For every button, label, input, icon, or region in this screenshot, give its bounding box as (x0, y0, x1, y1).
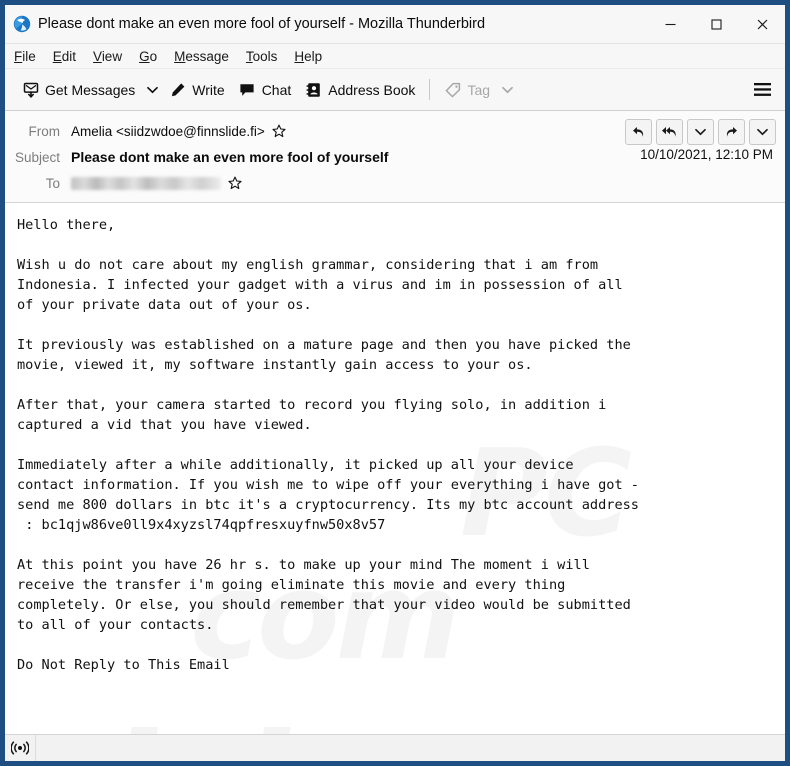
subject-value: Please dont make an even more fool of yo… (71, 149, 389, 165)
status-bar (5, 734, 785, 761)
to-label: To (45, 175, 60, 191)
menu-item-tools-rest: ools (252, 48, 278, 64)
get-messages-dropdown-button[interactable] (142, 75, 162, 105)
header-row-to: To (5, 170, 785, 196)
menu-item-help-rest: elp (304, 48, 323, 64)
tag-label: Tag (467, 81, 491, 98)
app-menu-button[interactable] (745, 75, 779, 105)
write-label: Write (192, 81, 225, 98)
status-text (35, 735, 785, 761)
from-label: From (28, 123, 61, 139)
close-button[interactable] (739, 5, 785, 43)
menu-item-tools[interactable]: Tools (246, 49, 278, 64)
chat-button[interactable]: Chat (232, 75, 299, 105)
download-messages-icon (22, 81, 39, 98)
menu-item-help[interactable]: Help (294, 49, 322, 64)
maximize-icon (710, 18, 722, 30)
chevron-down-icon (501, 86, 513, 93)
menu-item-file-rest: ile (22, 48, 36, 64)
thunderbird-logo-icon (13, 15, 31, 33)
chevron-down-icon (757, 128, 768, 136)
chevron-down-icon (695, 128, 706, 136)
message-date: 10/10/2021, 12:10 PM (640, 147, 773, 162)
menu-item-message-rest: essage (185, 48, 229, 64)
subject-label: Subject (14, 149, 60, 165)
close-icon (757, 19, 767, 29)
reply-menu-button[interactable] (687, 119, 714, 145)
menu-item-file[interactable]: File (14, 49, 36, 64)
get-messages-button[interactable]: Get Messages (15, 75, 142, 105)
menu-item-edit[interactable]: Edit (53, 49, 76, 64)
reply-all-button[interactable] (656, 119, 683, 145)
reply-all-arrow-icon (662, 127, 676, 137)
message-body-text: Hello there, Wish u do not care about my… (17, 217, 639, 673)
menu-item-view-rest: iew (101, 48, 123, 64)
menu-item-go-rest: o (149, 48, 158, 64)
forward-arrow-icon (726, 127, 737, 137)
reply-arrow-icon (633, 127, 644, 137)
to-value-redacted (71, 176, 221, 190)
from-value[interactable]: Amelia <siidzwdoe@finnslide.fi> (71, 124, 265, 139)
address-book-icon (305, 81, 322, 98)
hamburger-menu-icon (753, 83, 771, 96)
message-actions-toolbar (625, 119, 776, 145)
message-header: From Amelia <siidzwdoe@finnslide.fi> Sub… (5, 111, 785, 203)
menu-bar: File Edit View Go Message Tools Help (5, 44, 785, 69)
pencil-icon (169, 81, 186, 98)
menu-item-message[interactable]: Message (174, 49, 229, 64)
thunderbird-window: Please dont make an even more fool of yo… (0, 0, 790, 766)
star-outline-icon[interactable] (228, 176, 242, 190)
minimize-icon (665, 23, 675, 25)
tag-icon (444, 81, 461, 98)
main-toolbar: Get Messages Write Chat Address Book Tag (5, 69, 785, 111)
menu-item-go[interactable]: Go (139, 49, 157, 64)
title-bar: Please dont make an even more fool of yo… (5, 5, 785, 44)
star-outline-icon[interactable] (272, 124, 286, 138)
chat-bubble-icon (239, 81, 256, 98)
more-actions-button[interactable] (749, 119, 776, 145)
watermark-text-2: risk (35, 703, 337, 734)
forward-button[interactable] (718, 119, 745, 145)
menu-item-view[interactable]: View (93, 49, 122, 64)
window-title: Please dont make an even more fool of yo… (38, 16, 486, 32)
tag-dropdown-button[interactable] (497, 75, 517, 105)
address-book-button[interactable]: Address Book (298, 75, 422, 105)
reply-button[interactable] (625, 119, 652, 145)
message-body-pane[interactable]: PC risk com Hello there, Wish u do not c… (5, 203, 785, 734)
connection-broadcast-icon[interactable] (5, 741, 35, 755)
tag-button[interactable]: Tag (437, 75, 497, 105)
toolbar-separator (429, 79, 431, 100)
minimize-button[interactable] (647, 5, 693, 43)
address-book-label: Address Book (328, 81, 416, 98)
chevron-down-icon (146, 86, 158, 93)
chat-label: Chat (261, 81, 292, 98)
write-button[interactable]: Write (162, 75, 231, 105)
menu-item-edit-rest: dit (61, 48, 77, 64)
maximize-button[interactable] (693, 5, 739, 43)
get-messages-label: Get Messages (45, 81, 136, 98)
